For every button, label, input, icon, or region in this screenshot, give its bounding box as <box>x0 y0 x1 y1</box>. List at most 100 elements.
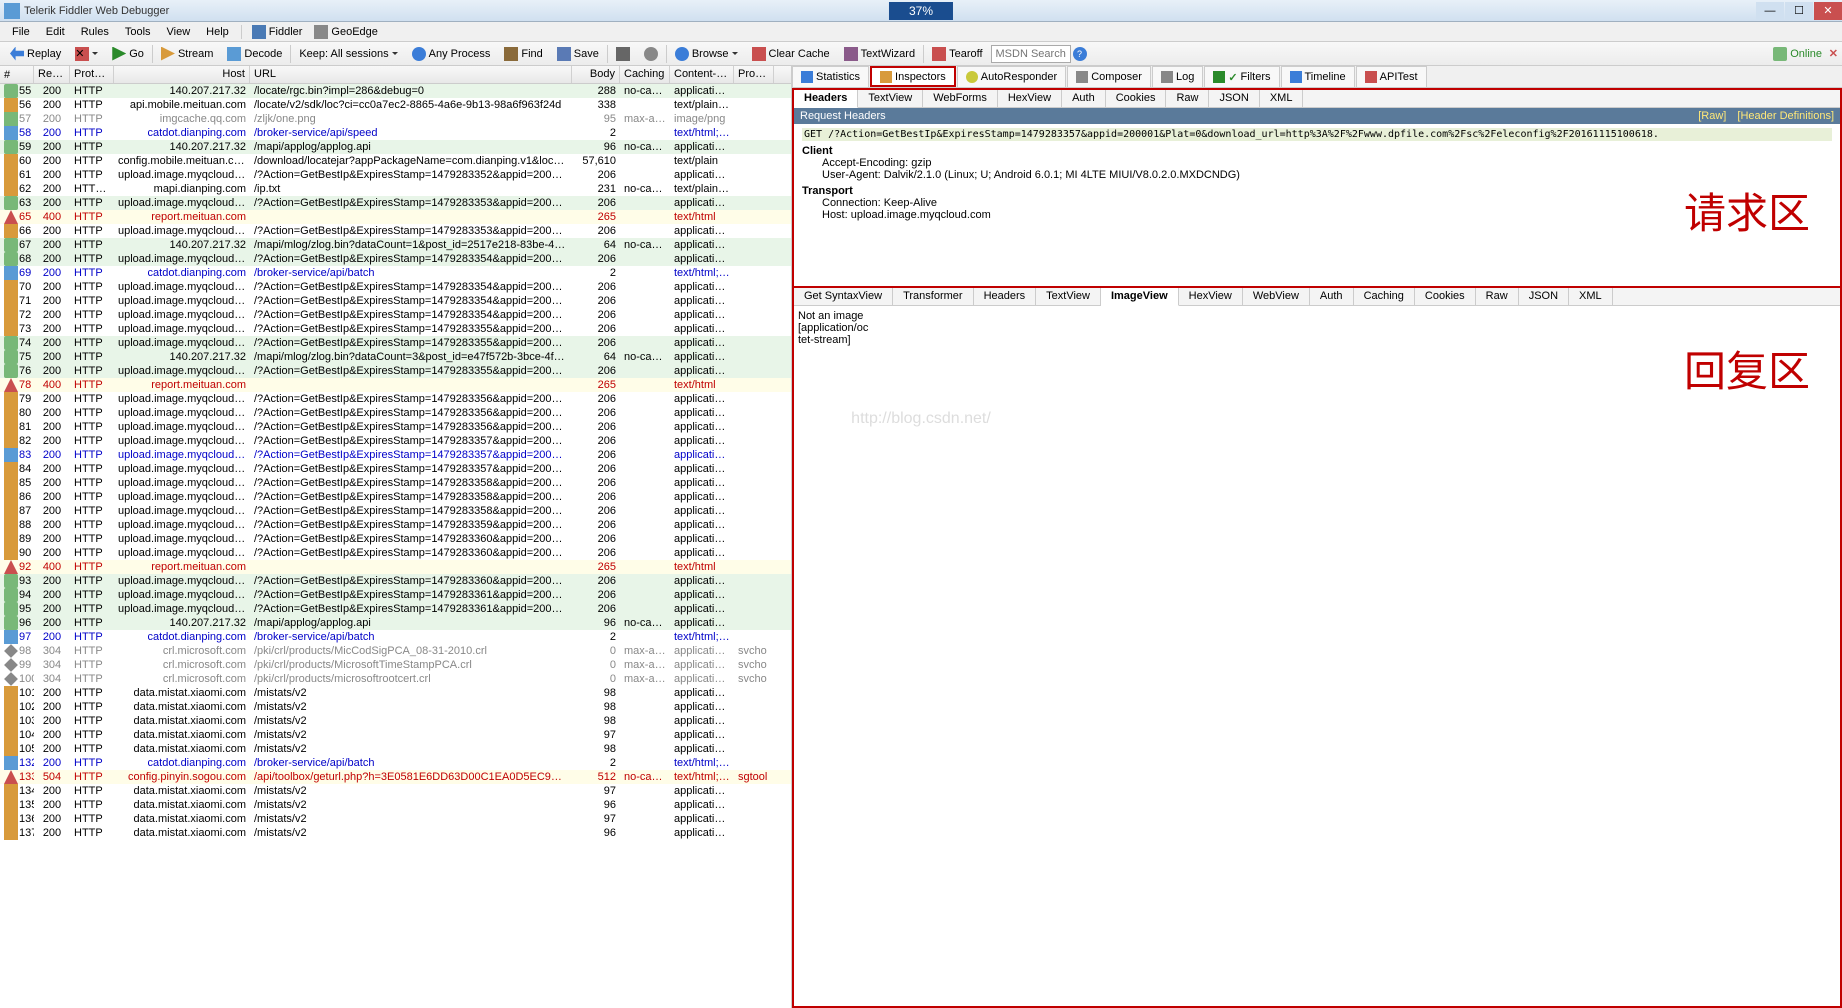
session-row[interactable]: 58200HTTPcatdot.dianping.com/broker-serv… <box>0 126 791 140</box>
req-tab-headers[interactable]: Headers <box>794 90 858 108</box>
session-row[interactable]: 75200HTTP140.207.217.32/mapi/mlog/zlog.b… <box>0 350 791 364</box>
window-close-button[interactable]: ✕ <box>1814 2 1842 20</box>
window-max-button[interactable]: ☐ <box>1785 2 1813 20</box>
remove-button[interactable]: ✕ <box>69 45 104 63</box>
session-row[interactable]: 82200HTTPupload.image.myqcloud.com/?Acti… <box>0 434 791 448</box>
col-process[interactable]: Proce: <box>734 66 774 83</box>
session-row[interactable]: 55200HTTP140.207.217.32/locate/rgc.bin?i… <box>0 84 791 98</box>
session-row[interactable]: 134200HTTPdata.mistat.xiaomi.com/mistats… <box>0 784 791 798</box>
session-row[interactable]: 65400HTTPreport.meituan.com265text/html <box>0 210 791 224</box>
rsp-tab-raw[interactable]: Raw <box>1476 288 1519 305</box>
session-row[interactable]: 78400HTTPreport.meituan.com265text/html <box>0 378 791 392</box>
rsp-tab-hexview[interactable]: HexView <box>1179 288 1243 305</box>
session-row[interactable]: 60200HTTPconfig.mobile.meituan.com/downl… <box>0 154 791 168</box>
session-row[interactable]: 72200HTTPupload.image.myqcloud.com/?Acti… <box>0 308 791 322</box>
session-row[interactable]: 104200HTTPdata.mistat.xiaomi.com/mistats… <box>0 728 791 742</box>
session-row[interactable]: 136200HTTPdata.mistat.xiaomi.com/mistats… <box>0 812 791 826</box>
req-tab-hexview[interactable]: HexView <box>998 90 1062 107</box>
session-row[interactable]: 59200HTTP140.207.217.32/mapi/applog/appl… <box>0 140 791 154</box>
menu-edit[interactable]: Edit <box>38 24 73 40</box>
session-row[interactable]: 88200HTTPupload.image.myqcloud.com/?Acti… <box>0 518 791 532</box>
transport-header[interactable]: Connection: Keep-Alive <box>822 197 1832 209</box>
timer-button[interactable] <box>638 45 664 63</box>
req-tab-raw[interactable]: Raw <box>1166 90 1209 107</box>
header-definitions-link[interactable]: [Header Definitions] <box>1737 110 1834 122</box>
session-row[interactable]: 137200HTTPdata.mistat.xiaomi.com/mistats… <box>0 826 791 840</box>
save-button[interactable]: Save <box>551 45 605 63</box>
go-button[interactable]: Go <box>106 45 150 63</box>
session-row[interactable]: 80200HTTPupload.image.myqcloud.com/?Acti… <box>0 406 791 420</box>
tearoff-button[interactable]: Tearoff <box>926 45 988 63</box>
session-row[interactable]: 87200HTTPupload.image.myqcloud.com/?Acti… <box>0 504 791 518</box>
session-row[interactable]: 97200HTTPcatdot.dianping.com/broker-serv… <box>0 630 791 644</box>
rsp-tab-json[interactable]: JSON <box>1519 288 1569 305</box>
col-caching[interactable]: Caching <box>620 66 670 83</box>
session-row[interactable]: 69200HTTPcatdot.dianping.com/broker-serv… <box>0 266 791 280</box>
replay-button[interactable]: Replay <box>4 45 67 63</box>
raw-link[interactable]: [Raw] <box>1698 110 1726 122</box>
session-row[interactable]: 133504HTTPconfig.pinyin.sogou.com/api/to… <box>0 770 791 784</box>
col-num[interactable]: # <box>0 66 34 83</box>
rsp-tab-cookies[interactable]: Cookies <box>1415 288 1476 305</box>
session-row[interactable]: 105200HTTPdata.mistat.xiaomi.com/mistats… <box>0 742 791 756</box>
req-tab-auth[interactable]: Auth <box>1062 90 1106 107</box>
rsp-tab-transformer[interactable]: Transformer <box>893 288 974 305</box>
req-tab-json[interactable]: JSON <box>1209 90 1259 107</box>
menu-tools[interactable]: Tools <box>117 24 159 40</box>
col-content-type[interactable]: Content-Type <box>670 66 734 83</box>
any-process-button[interactable]: Any Process <box>406 45 497 63</box>
session-row[interactable]: 92400HTTPreport.meituan.com265text/html <box>0 560 791 574</box>
screenshot-button[interactable] <box>610 45 636 63</box>
session-row[interactable]: 73200HTTPupload.image.myqcloud.com/?Acti… <box>0 322 791 336</box>
session-row[interactable]: 100304HTTPcrl.microsoft.com/pki/crl/prod… <box>0 672 791 686</box>
tab-autoresponder[interactable]: AutoResponder <box>957 66 1066 87</box>
col-result[interactable]: Result <box>34 66 70 83</box>
decode-button[interactable]: Decode <box>221 45 288 63</box>
help-icon[interactable]: ? <box>1073 47 1087 61</box>
tab-statistics[interactable]: Statistics <box>792 66 869 87</box>
browse-button[interactable]: Browse <box>669 45 744 63</box>
session-row[interactable]: 135200HTTPdata.mistat.xiaomi.com/mistats… <box>0 798 791 812</box>
rsp-tab-headers[interactable]: Headers <box>974 288 1037 305</box>
tab-composer[interactable]: Composer <box>1067 66 1151 87</box>
sessions-list[interactable]: # Result Protocol Host URL Body Caching … <box>0 66 792 1008</box>
col-body[interactable]: Body <box>572 66 620 83</box>
rsp-tab-caching[interactable]: Caching <box>1354 288 1415 305</box>
window-min-button[interactable]: — <box>1756 2 1784 20</box>
rsp-tab-textview[interactable]: TextView <box>1036 288 1101 305</box>
find-button[interactable]: Find <box>498 45 548 63</box>
menu-geoedge[interactable]: GeoEdge <box>308 23 383 41</box>
keep-button[interactable]: Keep: All sessions <box>293 46 403 62</box>
session-row[interactable]: 98304HTTPcrl.microsoft.com/pki/crl/produ… <box>0 644 791 658</box>
session-row[interactable]: 66200HTTPupload.image.myqcloud.com/?Acti… <box>0 224 791 238</box>
session-row[interactable]: 62200HTTPSmapi.dianping.com/ip.txt231no-… <box>0 182 791 196</box>
rsp-tab-get-syntaxview[interactable]: Get SyntaxView <box>794 288 893 305</box>
session-row[interactable]: 99304HTTPcrl.microsoft.com/pki/crl/produ… <box>0 658 791 672</box>
session-row[interactable]: 94200HTTPupload.image.myqcloud.com/?Acti… <box>0 588 791 602</box>
client-header[interactable]: Accept-Encoding: gzip <box>822 157 1832 169</box>
stream-button[interactable]: Stream <box>155 45 219 63</box>
col-url[interactable]: URL <box>250 66 572 83</box>
rsp-tab-webview[interactable]: WebView <box>1243 288 1310 305</box>
session-row[interactable]: 57200HTTPimgcache.qq.com/zljk/one.png95m… <box>0 112 791 126</box>
session-row[interactable]: 61200HTTPupload.image.myqcloud.com/?Acti… <box>0 168 791 182</box>
rsp-tab-auth[interactable]: Auth <box>1310 288 1354 305</box>
msdn-search-input[interactable] <box>991 45 1071 63</box>
menu-fiddler[interactable]: Fiddler <box>246 23 309 41</box>
col-protocol[interactable]: Protocol <box>70 66 114 83</box>
tab-inspectors[interactable]: Inspectors <box>870 66 956 87</box>
client-header[interactable]: User-Agent: Dalvik/2.1.0 (Linux; U; Andr… <box>822 169 1832 181</box>
menu-file[interactable]: File <box>4 24 38 40</box>
session-row[interactable]: 83200HTTPupload.image.myqcloud.com/?Acti… <box>0 448 791 462</box>
session-row[interactable]: 132200HTTPcatdot.dianping.com/broker-ser… <box>0 756 791 770</box>
session-row[interactable]: 96200HTTP140.207.217.32/mapi/applog/appl… <box>0 616 791 630</box>
session-row[interactable]: 76200HTTPupload.image.myqcloud.com/?Acti… <box>0 364 791 378</box>
menu-view[interactable]: View <box>159 24 199 40</box>
session-row[interactable]: 93200HTTPupload.image.myqcloud.com/?Acti… <box>0 574 791 588</box>
session-row[interactable]: 81200HTTPupload.image.myqcloud.com/?Acti… <box>0 420 791 434</box>
tab-filters[interactable]: ✓Filters <box>1204 66 1279 87</box>
session-row[interactable]: 89200HTTPupload.image.myqcloud.com/?Acti… <box>0 532 791 546</box>
req-tab-xml[interactable]: XML <box>1260 90 1304 107</box>
session-row[interactable]: 63200HTTPupload.image.myqcloud.com/?Acti… <box>0 196 791 210</box>
req-tab-cookies[interactable]: Cookies <box>1106 90 1167 107</box>
